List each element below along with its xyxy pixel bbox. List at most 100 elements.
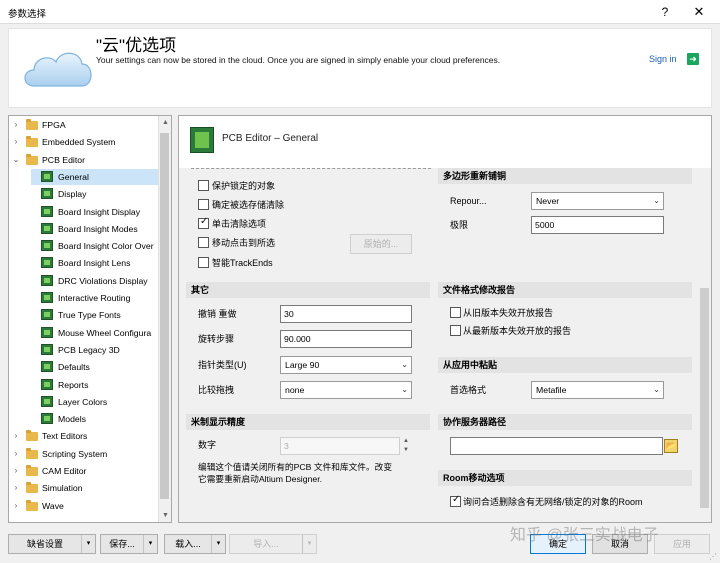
tree-item-general[interactable]: General [31, 168, 158, 185]
tree-item-label: DRC Violations Display [58, 275, 148, 286]
tree-item-layer-colors[interactable]: Layer Colors [31, 394, 158, 410]
move-click-checkbox[interactable] [198, 237, 209, 248]
smart-trackends-label: 智能TrackEnds [212, 258, 273, 268]
dropdown-arrow-icon[interactable]: ▾ [143, 535, 157, 553]
tree-scroll-thumb[interactable] [160, 133, 169, 499]
confirm-clear-checkbox[interactable] [198, 199, 209, 210]
sign-in-link[interactable]: Sign in [649, 54, 677, 64]
tree-item-board-insight-lens[interactable]: Board Insight Lens [31, 255, 158, 271]
sign-in-arrow-icon[interactable]: ➜ [687, 53, 699, 65]
repour-section-header: 多边形重新铺铜 [438, 168, 692, 184]
help-button[interactable]: ? [656, 3, 674, 21]
load-button[interactable]: 载入... ▾ [164, 534, 226, 554]
pcb-page-icon [41, 257, 53, 269]
tree-item-cam-editor[interactable]: › CAM Editor [9, 463, 158, 479]
spin-up-icon[interactable]: ▲ [400, 437, 412, 446]
tree-item-display[interactable]: Display [31, 186, 158, 202]
close-button[interactable]: ✕ [688, 3, 710, 21]
new-version-report-checkbox[interactable] [450, 325, 461, 336]
drag-select[interactable]: none ⌄ [280, 381, 412, 399]
origin-button[interactable]: 原始的... [350, 234, 412, 254]
limit-label: 极限 [450, 220, 469, 230]
resize-grip-icon[interactable]: ⋰ [709, 552, 719, 562]
chevron-down-icon[interactable]: ⌄ [12, 152, 20, 168]
tree-item-label: Mouse Wheel Configura [58, 327, 152, 338]
pcb-editor-icon [190, 127, 214, 153]
tree-item-text-editors[interactable]: › Text Editors [9, 428, 158, 444]
protect-locked-checkbox[interactable] [198, 180, 209, 191]
title-bar [0, 0, 720, 24]
cursor-type-select[interactable]: Large 90 ⌄ [280, 356, 412, 374]
tree-item-scripting-system[interactable]: › Scripting System [9, 446, 158, 462]
defaults-button[interactable]: 缺省设置 ▾ [8, 534, 96, 554]
chevron-right-icon[interactable]: › [12, 498, 20, 514]
tree-item-reports[interactable]: Reports [31, 377, 158, 393]
tree-scroll-up-icon[interactable]: ▲ [159, 116, 172, 129]
pcb-page-icon [41, 170, 53, 182]
defaults-button-label: 缺省设置 [26, 539, 63, 549]
tree-item-drc-violations-display[interactable]: DRC Violations Display [31, 273, 158, 289]
tree-item-label: Defaults [58, 362, 90, 373]
tree-item-wave[interactable]: › Wave [9, 498, 158, 514]
chevron-down-icon: ⌄ [401, 385, 408, 394]
room-delete-label: 询问合适删除含有无网络/锁定的对象的Room [463, 497, 643, 507]
pcb-page-icon [41, 395, 53, 407]
tree-scroll-down-icon[interactable]: ▼ [159, 509, 172, 522]
folder-icon [26, 499, 38, 511]
dropdown-arrow-icon[interactable]: ▾ [81, 535, 95, 553]
apply-button[interactable]: 应用 [654, 534, 710, 554]
chevron-right-icon[interactable]: › [12, 463, 20, 479]
tree-item-pcb-editor[interactable]: ⌄ PCB Editor [9, 152, 158, 168]
protect-locked-label: 保护锁定的对象 [212, 181, 276, 191]
banner-title: "云"优选项 [96, 36, 177, 55]
tree-item-embedded-system[interactable]: › Embedded System [9, 134, 158, 150]
undo-input[interactable]: 30 [280, 305, 412, 323]
room-delete-checkbox[interactable] [450, 494, 461, 507]
tree-item-label: Interactive Routing [58, 293, 131, 303]
chevron-right-icon[interactable]: › [12, 134, 20, 150]
old-version-report-checkbox[interactable] [450, 307, 461, 318]
tree-item-true-type-fonts[interactable]: True Type Fonts [31, 307, 158, 323]
drag-value: none [285, 385, 305, 395]
digits-input[interactable]: 3 [280, 437, 400, 455]
digits-label: 数字 [198, 440, 217, 450]
import-button[interactable]: 导入... ▾ [229, 534, 317, 554]
chevron-right-icon[interactable]: › [12, 117, 20, 133]
tree-item-defaults[interactable]: Defaults [31, 359, 158, 375]
tree-item-board-insight-display[interactable]: Board Insight Display [31, 204, 158, 220]
repour-select[interactable]: Never ⌄ [531, 192, 664, 210]
tree-item-fpga[interactable]: › FPGA [9, 117, 158, 133]
server-path-input[interactable] [450, 437, 663, 455]
smart-trackends-checkbox[interactable] [198, 257, 209, 268]
tree-item-board-insight-modes[interactable]: Board Insight Modes [31, 221, 158, 237]
drag-label: 比较拖拽 [198, 385, 235, 395]
click-clear-checkbox[interactable] [198, 216, 209, 229]
tree-item-mouse-wheel-configura[interactable]: Mouse Wheel Configura [31, 325, 158, 341]
tree-item-interactive-routing[interactable]: Interactive Routing [31, 290, 158, 306]
digits-spinner[interactable]: ▲ ▼ [400, 437, 412, 455]
folder-icon [26, 153, 38, 165]
paste-format-select[interactable]: Metafile ⌄ [531, 381, 664, 399]
tree-item-pcb-legacy-3d[interactable]: PCB Legacy 3D [31, 342, 158, 358]
old-version-report-label: 从旧版本失效开放报告 [463, 308, 554, 318]
spin-down-icon[interactable]: ▼ [400, 446, 412, 455]
folder-icon [26, 482, 38, 494]
chevron-right-icon[interactable]: › [12, 480, 20, 496]
limit-input[interactable]: 5000 [531, 216, 664, 234]
save-button[interactable]: 保存... ▾ [100, 534, 158, 554]
dropdown-arrow-icon[interactable]: ▾ [302, 535, 316, 553]
chevron-right-icon[interactable]: › [12, 446, 20, 462]
chevron-down-icon: ⌄ [653, 385, 660, 394]
folder-open-icon[interactable]: 📂 [664, 439, 678, 453]
rotate-input[interactable]: 90.000 [280, 330, 412, 348]
panel-scroll-thumb[interactable] [700, 288, 709, 508]
chevron-right-icon[interactable]: › [12, 428, 20, 444]
other-section-header: 其它 [186, 282, 430, 298]
server-section-header: 协作服务器路径 [438, 414, 692, 430]
tree-item-simulation[interactable]: › Simulation [9, 480, 158, 496]
dropdown-arrow-icon[interactable]: ▾ [211, 535, 225, 553]
tree-item-board-insight-color-over[interactable]: Board Insight Color Over [31, 238, 158, 254]
tree-item-models[interactable]: Models [31, 411, 158, 427]
folder-icon [26, 136, 38, 148]
tree-items: › FPGA › Embedded System ⌄ PCB Editor General D… [9, 116, 158, 522]
